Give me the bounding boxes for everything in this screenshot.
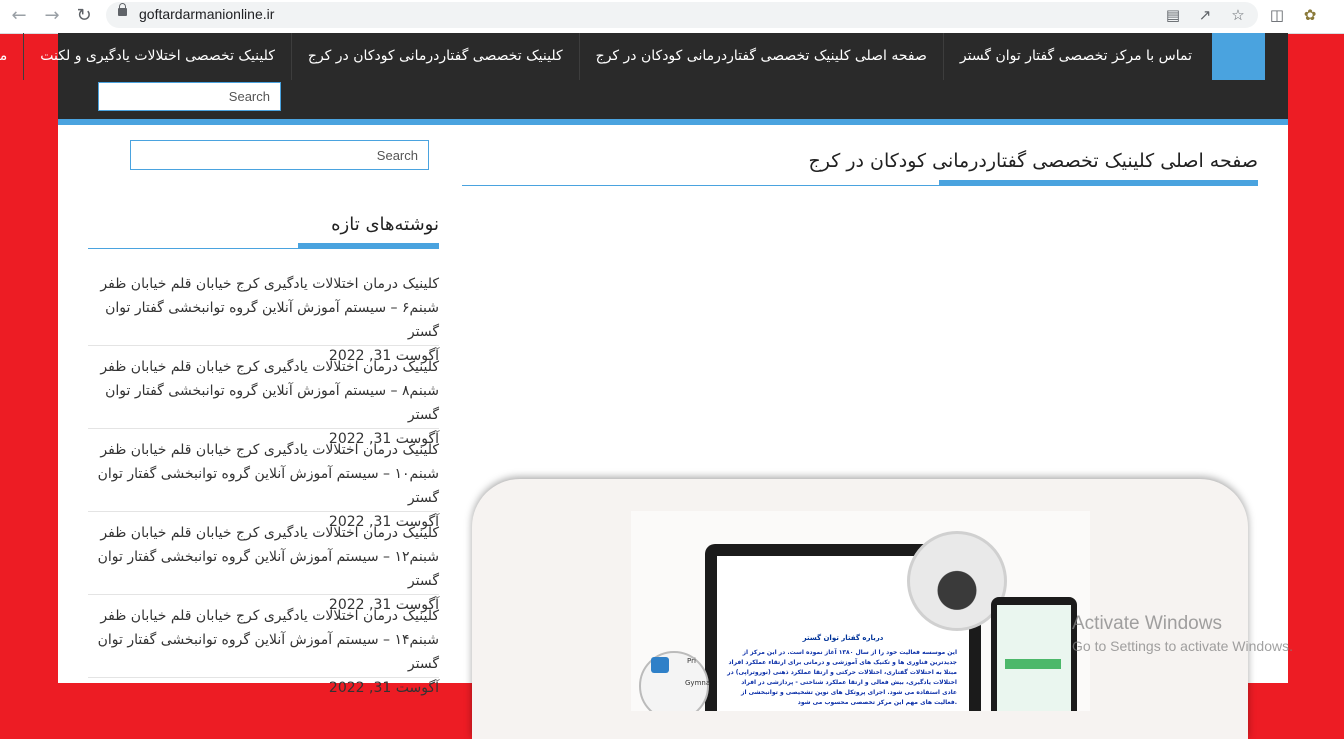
title-underline [939,180,1258,186]
medical-kit-icon [651,657,669,673]
promo-card: درباره گفتار توان گستر این موسسه فعالیت … [472,479,1248,739]
nav-search-input[interactable]: Search [98,82,281,111]
list-item: کلینیک درمان اختلالات یادگیری کرج خیابان… [88,353,439,447]
url-text[interactable]: goftardarmanionline.ir [139,6,274,22]
page: تماس با مرکز تخصصی گفتار توان گستر صفحه … [0,33,1288,739]
post-date: آگوست 31, 2022 [328,680,439,696]
browser-toolbar: ← → ↻ goftardarmanionline.ir ▤ ↗ ☆ ◫ ✿ [0,0,1344,34]
mini-label-pri: Pri [687,657,696,665]
windows-activation-title: Activate Windows [1072,613,1222,634]
back-icon[interactable]: ← [8,5,30,27]
windows-activation-subtitle: Go to Settings to activate Windows. [1072,638,1293,654]
tablet-screen [997,605,1071,711]
lock-icon[interactable] [118,3,127,16]
menu-item-clinic[interactable]: کلینیک تخصصی گفتاردرمانی کودکان در کرج [290,33,579,80]
reload-icon[interactable]: ↻ [73,5,95,27]
tablet-bar [1005,659,1061,669]
menu-item-home[interactable]: صفحه اصلی کلینیک تخصصی گفتاردرمانی کودکا… [578,33,943,80]
navbar-accent-stripe [58,119,1288,125]
sidebar-icon[interactable]: ◫ [1268,6,1286,24]
star-icon[interactable]: ☆ [1229,6,1247,24]
list-item: کلینیک درمان اختلالات یادگیری کرج خیابان… [88,602,439,696]
mini-label-gymna: Gymna [685,679,711,687]
address-bar[interactable]: goftardarmanionline.ir [106,2,1258,28]
top-navbar: تماس با مرکز تخصصی گفتار توان گستر صفحه … [0,33,1288,119]
home-block[interactable] [1212,33,1265,80]
about-text: این موسسه فعالیت خود را از سال ۱۳۸۰ آغاز… [727,649,957,706]
share-icon[interactable]: ↗ [1196,6,1214,24]
main-menu: تماس با مرکز تخصصی گفتار توان گستر صفحه … [0,33,1208,80]
post-link[interactable]: کلینیک درمان اختلالات یادگیری کرج خیابان… [88,272,439,344]
list-item: کلینیک درمان اختلالات یادگیری کرج خیابان… [88,436,439,530]
promo-image[interactable]: درباره گفتار توان گستر این موسسه فعالیت … [631,511,1090,711]
post-link[interactable]: کلینیک درمان اختلالات یادگیری کرج خیابان… [88,604,439,676]
widget-underline [298,243,439,249]
list-item: کلینیک درمان اختلالات یادگیری کرج خیابان… [88,519,439,613]
sidebar-search-input[interactable]: Search [130,140,429,170]
menu-item-contact[interactable]: تماس با مرکز تخصصی گفتار توان گستر [942,33,1208,80]
forward-icon[interactable]: → [41,5,63,27]
translate-icon[interactable]: ▤ [1164,6,1182,24]
post-link[interactable]: کلینیک درمان اختلالات یادگیری کرج خیابان… [88,521,439,593]
post-link[interactable]: کلینیک درمان اختلالات یادگیری کرج خیابان… [88,438,439,510]
about-heading: درباره گفتار توان گستر [802,634,884,642]
list-item: کلینیک درمان اختلالات یادگیری کرج خیابان… [88,270,439,364]
tablet-illustration [991,597,1077,711]
post-link[interactable]: کلینیک درمان اختلالات یادگیری کرج خیابان… [88,355,439,427]
page-title: صفحه اصلی کلینیک تخصصی گفتاردرمانی کودکا… [808,150,1258,172]
recent-posts-title: نوشته‌های تازه [331,214,439,235]
extension-icon[interactable]: ✿ [1301,6,1319,24]
recent-posts-list: کلینیک درمان اختلالات یادگیری کرج خیابان… [88,270,439,696]
menu-item-learning-disorders[interactable]: کلینیک تخصصی اختلالات یادگیری و لکنت [23,33,291,80]
menu-item-products[interactable]: محصولات ما [0,33,23,80]
